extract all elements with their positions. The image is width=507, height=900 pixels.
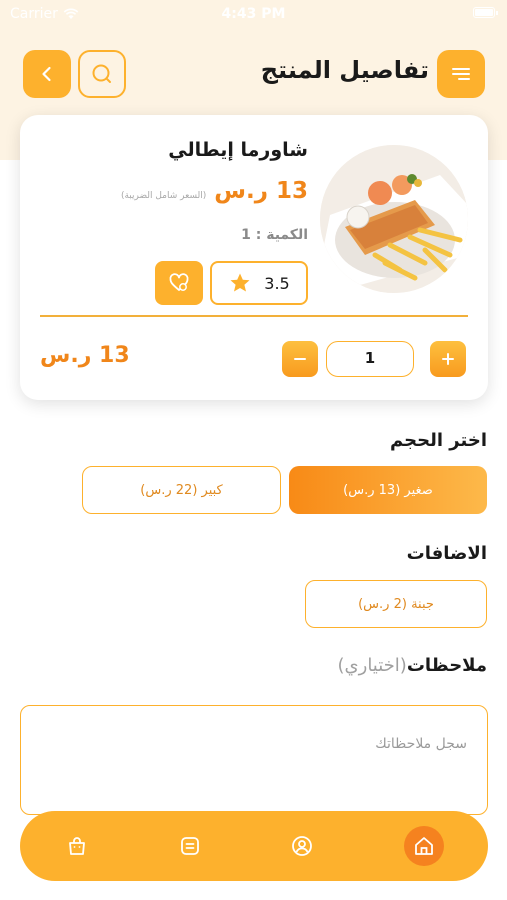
- nav-home[interactable]: [404, 826, 444, 866]
- chevron-left-icon: [42, 66, 51, 82]
- favorite-button[interactable]: [155, 261, 203, 305]
- nav-profile[interactable]: [282, 826, 322, 866]
- card-divider: [40, 315, 468, 317]
- rating-badge: 3.5: [210, 261, 308, 305]
- decrease-button[interactable]: [282, 341, 318, 377]
- product-name: شاورما إيطالي: [168, 139, 308, 161]
- notes-textarea[interactable]: سجل ملاحظاتك: [20, 705, 488, 815]
- heart-icon: [169, 273, 189, 291]
- page-title: تفاصيل المنتج: [260, 56, 429, 84]
- search-icon: [92, 64, 111, 83]
- battery-icon: [473, 7, 498, 18]
- status-time: 4:43 PM: [221, 6, 286, 22]
- bottom-nav: [20, 811, 488, 881]
- size-option-large[interactable]: كبير (22 ر.س): [82, 466, 281, 514]
- nav-orders[interactable]: [170, 826, 210, 866]
- notes-title-text: ملاحظات: [406, 655, 487, 676]
- product-card: شاورما إيطالي 13 ر.س (السعر شامل الضريبة…: [20, 115, 488, 400]
- notes-optional-label: (اختياري): [337, 655, 407, 676]
- additions-section-title: الاضافات: [406, 543, 487, 564]
- nav-cart[interactable]: [57, 826, 97, 866]
- user-icon: [292, 836, 312, 856]
- status-bar: Carrier 4:43 PM: [0, 0, 507, 28]
- size-section-title: اختر الحجم: [390, 430, 487, 451]
- minus-icon: [294, 358, 306, 360]
- addition-option-cheese[interactable]: جبنة (2 ر.س): [305, 580, 487, 628]
- quantity-label: الكمية : 1: [241, 227, 308, 243]
- price-row: 13 ر.س (السعر شامل الضريبة): [121, 178, 308, 204]
- list-icon: [181, 837, 199, 855]
- header: تفاصيل المنتج: [0, 48, 507, 100]
- star-icon: [230, 273, 250, 292]
- product-price: 13 ر.س: [214, 178, 308, 204]
- total-price: 13 ر.س: [40, 343, 130, 368]
- size-option-small[interactable]: صغير (13 ر.س): [289, 466, 487, 514]
- notes-placeholder: سجل ملاحظاتك: [375, 736, 467, 752]
- price-note: (السعر شامل الضريبة): [120, 191, 207, 201]
- bag-icon: [69, 837, 85, 855]
- quantity-stepper: 1: [282, 341, 466, 377]
- menu-icon: [452, 68, 470, 80]
- home-icon: [415, 837, 433, 855]
- menu-button[interactable]: [437, 50, 485, 98]
- product-image: [320, 145, 468, 293]
- search-button[interactable]: [78, 50, 126, 98]
- plus-icon: [442, 353, 454, 365]
- increase-button[interactable]: [430, 341, 466, 377]
- quantity-input[interactable]: 1: [326, 341, 414, 377]
- rating-value: 3.5: [264, 273, 290, 293]
- notes-title: ملاحظات(اختياري): [338, 655, 487, 676]
- back-button[interactable]: [23, 50, 71, 98]
